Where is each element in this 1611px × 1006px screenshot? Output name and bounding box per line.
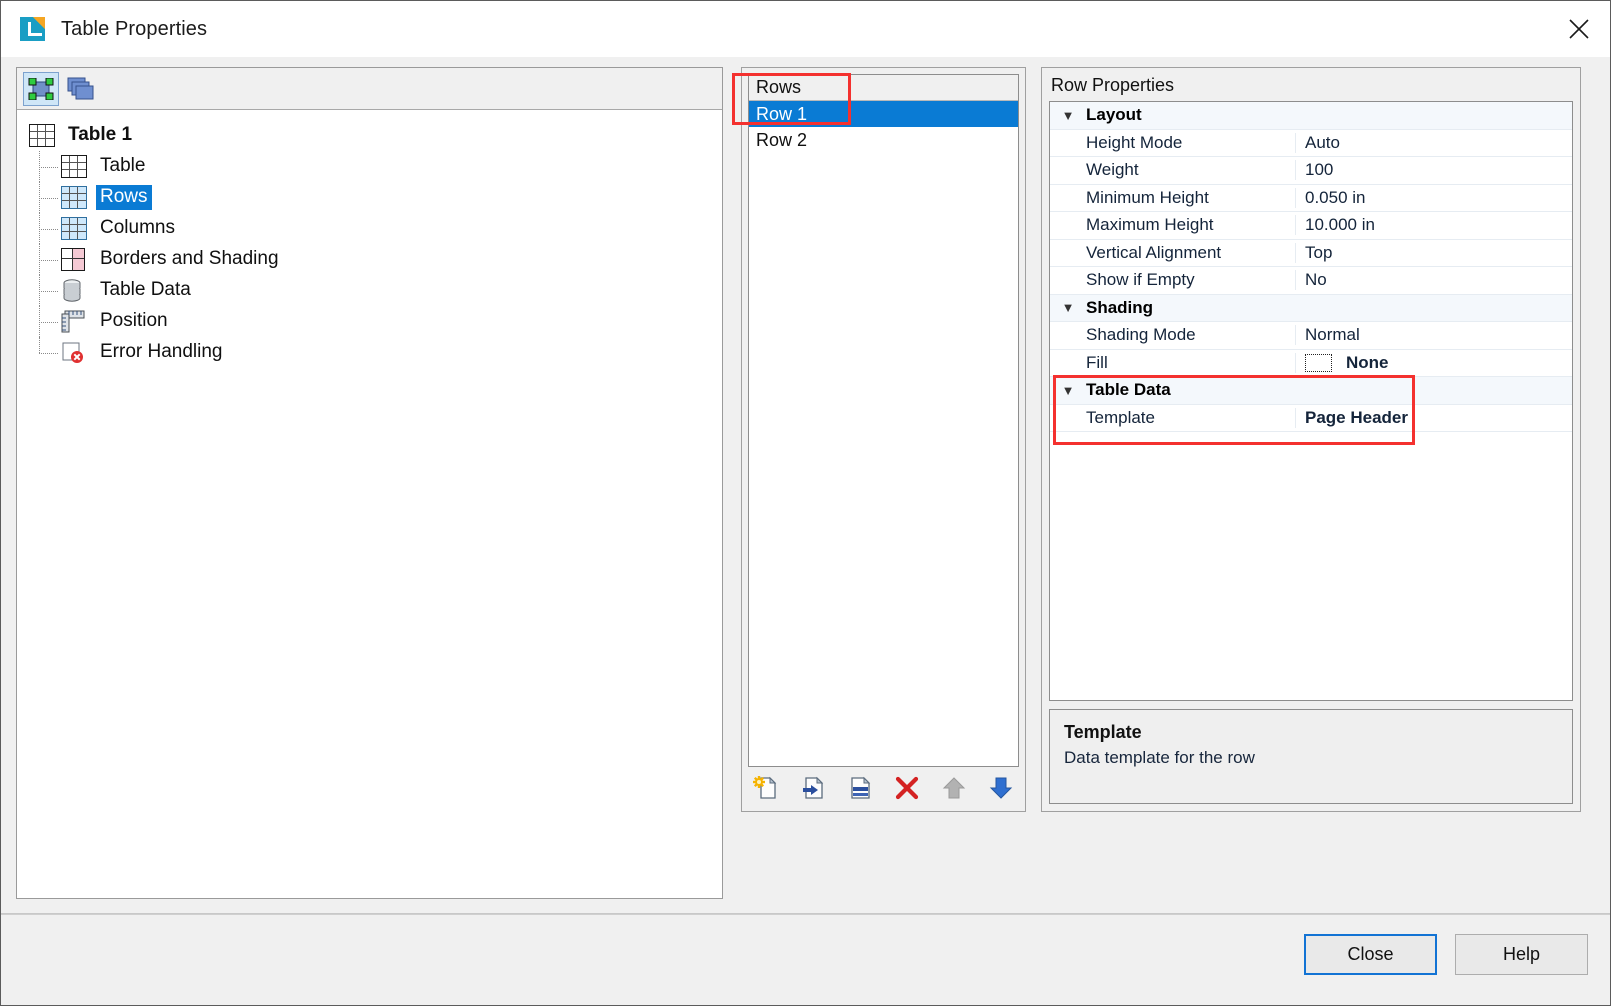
property-name: Shading Mode [1050,325,1296,346]
table-properties-dialog: Table Properties Table 1 Table Rows Colu… [0,0,1611,1006]
property-group-shading[interactable]: ▼ Shading [1050,294,1572,322]
property-name: Height Mode [1050,132,1296,153]
property-group-label: Table Data [1086,380,1171,400]
tree-item-label: Columns [100,217,175,238]
property-name: Fill [1050,352,1296,373]
property-row-height-mode[interactable]: Height Mode Auto [1050,130,1572,157]
property-value[interactable]: No [1296,270,1572,290]
property-group-table-data[interactable]: ▼ Table Data [1050,377,1572,405]
property-value[interactable]: Auto [1296,133,1572,153]
error-page-icon [61,341,89,365]
property-grid[interactable]: ▼ Layout Height Mode Auto Weight 100 Min… [1049,101,1573,701]
chevron-down-icon[interactable]: ▼ [1050,300,1086,315]
arrow-up-icon[interactable] [940,774,968,802]
property-value[interactable]: Top [1296,243,1572,263]
row-properties-title: Row Properties [1051,75,1175,95]
property-group-layout[interactable]: ▼ Layout [1050,102,1572,130]
description-title: Template [1064,722,1142,742]
list-item[interactable]: Row 2 [749,127,1018,153]
property-row-weight[interactable]: Weight 100 [1050,157,1572,185]
property-row-vertical-alignment[interactable]: Vertical Alignment Top [1050,240,1572,267]
footer-divider [1,914,1610,915]
table-grid-icon [61,154,89,179]
tree-item-label: Rows [96,185,152,210]
rows-list-header: Rows [749,75,1018,101]
help-button[interactable]: Help [1455,934,1588,975]
chevron-down-icon[interactable]: ▼ [1050,108,1086,123]
rows-panel: Rows Row 1 Row 2 [741,67,1026,812]
database-icon [61,278,89,303]
arrow-down-icon[interactable] [987,774,1015,802]
red-x-icon[interactable] [893,774,921,802]
tree-item-table[interactable]: Table [29,151,722,182]
ruler-position-icon [61,310,89,334]
tree-item-label: Table [100,155,146,176]
tree-item-label: Borders and Shading [100,248,279,269]
property-row-template[interactable]: Template Page Header [1050,405,1572,432]
new-page-star-icon[interactable] [752,774,780,802]
close-button[interactable]: Close [1304,934,1437,975]
dialog-body: Table 1 Table Rows Columns Borders and S… [1,57,1610,913]
description-text: Data template for the row [1064,748,1255,767]
property-row-fill[interactable]: Fill None [1050,350,1572,377]
property-name: Minimum Height [1050,187,1296,208]
document-table-icon [19,15,47,43]
tree-item-columns[interactable]: Columns [29,213,722,244]
property-value[interactable]: 10.000 in [1296,215,1572,235]
tree-item-label: Table Data [100,279,191,300]
property-row-shading-mode[interactable]: Shading Mode Normal [1050,322,1572,350]
object-tree: Table 1 Table Rows Columns Borders and S… [17,110,722,898]
property-name: Maximum Height [1050,215,1296,236]
property-value[interactable]: Normal [1296,325,1572,345]
property-value[interactable]: 100 [1296,160,1572,180]
row-properties-panel: Row Properties ▼ Layout Height Mode Auto… [1041,67,1581,812]
page-arrow-in-icon[interactable] [799,774,827,802]
table-columns-icon [61,216,89,241]
dialog-footer: Close Help [1,913,1610,1005]
rows-toolbar [748,767,1019,805]
property-value[interactable]: 0.050 in [1296,188,1572,208]
tree-item-error-handling[interactable]: Error Handling [29,337,722,368]
all-objects-button[interactable] [63,72,99,106]
tree-item-label: Position [100,310,168,331]
property-name: Weight [1050,160,1296,181]
page-copy-icon[interactable] [846,774,874,802]
chevron-down-icon[interactable]: ▼ [1050,383,1086,398]
tree-item-label: Error Handling [100,341,223,362]
property-value[interactable]: None [1296,353,1572,373]
tree-item-label: Table 1 [68,124,133,145]
close-icon[interactable] [1548,1,1610,57]
title-bar: Table Properties [1,1,1610,57]
property-row-maximum-height[interactable]: Maximum Height 10.000 in [1050,212,1572,240]
object-tree-panel: Table 1 Table Rows Columns Borders and S… [16,67,723,899]
empty-fill-swatch [1305,353,1332,372]
borders-shading-icon [61,247,89,272]
property-row-show-if-empty[interactable]: Show if Empty No [1050,267,1572,295]
property-name: Vertical Alignment [1050,242,1296,263]
property-name: Show if Empty [1050,270,1296,291]
tree-toolbar [17,68,722,110]
tree-item-borders-and-shading[interactable]: Borders and Shading [29,244,722,275]
tree-item-rows[interactable]: Rows [29,182,722,213]
list-item[interactable]: Row 1 [749,101,1018,127]
property-group-label: Layout [1086,105,1142,125]
property-group-label: Shading [1086,297,1154,317]
rows-list[interactable]: Rows Row 1 Row 2 [748,74,1019,767]
property-row-minimum-height[interactable]: Minimum Height 0.050 in [1050,185,1572,212]
selection-properties-button[interactable] [23,71,59,106]
page-title: Table Properties [61,17,208,40]
tree-item-table-data[interactable]: Table Data [29,275,722,306]
fill-value-label: None [1346,352,1389,372]
table-grid-icon [29,123,57,148]
property-value[interactable]: Page Header [1296,408,1572,428]
property-description-pane: Template Data template for the row [1049,709,1573,804]
table-rows-icon [61,185,89,210]
tree-item-table1[interactable]: Table 1 [29,120,722,151]
tree-item-position[interactable]: Position [29,306,722,337]
property-name: Template [1050,407,1296,428]
